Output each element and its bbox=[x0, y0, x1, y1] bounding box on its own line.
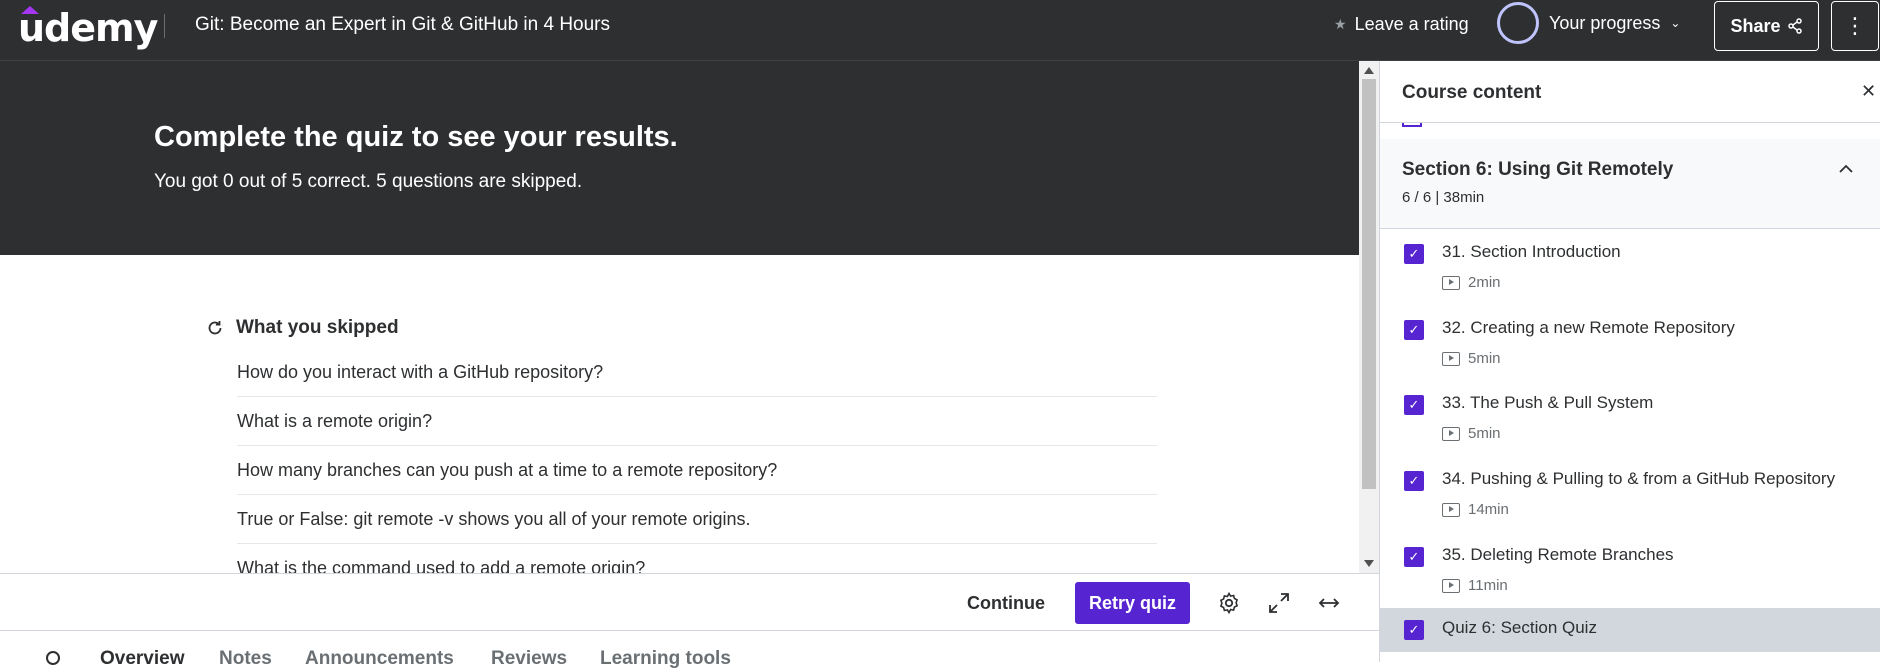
lecture-item[interactable]: ✓ 35. Deleting Remote Branches 11min bbox=[1380, 533, 1880, 609]
lecture-title: 33. The Push & Pull System bbox=[1442, 393, 1654, 412]
refresh-icon bbox=[208, 321, 222, 335]
completed-checkbox[interactable]: ✓ bbox=[1404, 471, 1424, 491]
results-title: Complete the quiz to see your results. bbox=[154, 121, 678, 153]
section-header[interactable]: Section 6: Using Git Remotely 6 / 6 | 38… bbox=[1380, 139, 1880, 229]
course-tabs: Overview Notes Announcements Reviews Lea… bbox=[0, 632, 1379, 669]
completed-checkbox[interactable]: ✓ bbox=[1404, 547, 1424, 567]
video-icon bbox=[1442, 578, 1460, 593]
lecture-item[interactable]: ✓ 31. Section Introduction 2min bbox=[1380, 230, 1880, 306]
share-label: Share bbox=[1730, 15, 1781, 36]
share-icon bbox=[1787, 18, 1802, 34]
lecture-meta: 2min bbox=[1442, 274, 1501, 291]
retry-quiz-button[interactable]: Retry quiz bbox=[1075, 582, 1190, 624]
skipped-question[interactable]: How many branches can you push at a time… bbox=[237, 446, 1157, 495]
chevron-down-icon: ⌄ bbox=[1670, 16, 1681, 30]
skipped-heading-label: What you skipped bbox=[236, 317, 399, 338]
fullscreen-icon[interactable] bbox=[1265, 589, 1293, 617]
lecture-meta: 11min bbox=[1442, 577, 1508, 594]
completed-checkbox[interactable]: ✓ bbox=[1404, 620, 1424, 640]
course-title[interactable]: Git: Become an Expert in Git & GitHub in… bbox=[195, 14, 610, 36]
lecture-meta: 14min bbox=[1442, 501, 1509, 518]
close-icon[interactable]: ✕ bbox=[1861, 81, 1876, 102]
tab-notes[interactable]: Notes bbox=[219, 648, 272, 670]
skipped-heading: What you skipped bbox=[206, 317, 399, 339]
lecture-duration: 2min bbox=[1468, 274, 1501, 291]
lecture-item[interactable]: ✓ 33. The Push & Pull System 5min bbox=[1380, 381, 1880, 457]
video-icon bbox=[1442, 275, 1460, 290]
skipped-question-list: How do you interact with a GitHub reposi… bbox=[237, 348, 1157, 573]
leave-rating-button[interactable]: ★ Leave a rating bbox=[1334, 14, 1469, 35]
completed-checkbox[interactable]: ✓ bbox=[1404, 395, 1424, 415]
search-icon[interactable] bbox=[46, 651, 60, 665]
completed-checkbox[interactable]: ✓ bbox=[1404, 244, 1424, 264]
kebab-icon: ⋮ bbox=[1844, 13, 1866, 38]
settings-gear-icon[interactable] bbox=[1215, 589, 1243, 617]
progress-label: Your progress bbox=[1549, 12, 1661, 33]
tab-reviews[interactable]: Reviews bbox=[491, 648, 567, 670]
lecture-meta: 5min bbox=[1442, 425, 1501, 442]
sidebar-title: Course content bbox=[1402, 82, 1542, 103]
skipped-question[interactable]: What is a remote origin? bbox=[237, 397, 1157, 446]
lecture-duration: 14min bbox=[1468, 501, 1509, 518]
lecture-title: 31. Section Introduction bbox=[1442, 242, 1621, 261]
course-content-sidebar: Course content ✕ Section 6: Using Git Re… bbox=[1379, 61, 1880, 662]
more-options-button[interactable]: ⋮ bbox=[1831, 1, 1879, 51]
sidebar-header: Course content ✕ bbox=[1380, 61, 1880, 123]
lecture-duration: 11min bbox=[1468, 577, 1508, 594]
lecture-duration: 5min bbox=[1468, 350, 1501, 367]
quiz-control-bar: Continue Retry quiz bbox=[0, 573, 1379, 631]
skipped-question[interactable]: How do you interact with a GitHub reposi… bbox=[237, 348, 1157, 397]
share-button[interactable]: Share bbox=[1714, 1, 1819, 51]
udemy-logo[interactable]: udemy bbox=[18, 6, 158, 50]
results-banner: Complete the quiz to see your results. Y… bbox=[0, 61, 1359, 255]
star-icon: ★ bbox=[1334, 16, 1347, 32]
lecture-item[interactable]: ✓ 34. Pushing & Pulling to & from a GitH… bbox=[1380, 457, 1880, 533]
results-summary: You got 0 out of 5 correct. 5 questions … bbox=[154, 171, 583, 192]
completed-checkbox[interactable]: ✓ bbox=[1404, 320, 1424, 340]
section-meta: 6 / 6 | 38min bbox=[1402, 189, 1485, 206]
rating-label: Leave a rating bbox=[1354, 14, 1469, 34]
tab-learning-tools[interactable]: Learning tools bbox=[600, 648, 731, 670]
lecture-title: 32. Creating a new Remote Repository bbox=[1442, 318, 1735, 337]
scroll-thumb[interactable] bbox=[1362, 79, 1376, 489]
lecture-title: 35. Deleting Remote Branches bbox=[1442, 545, 1674, 564]
lecture-title: 34. Pushing & Pulling to & from a GitHub… bbox=[1442, 469, 1836, 488]
scroll-up-arrow-icon[interactable] bbox=[1364, 67, 1374, 74]
divider bbox=[164, 14, 165, 38]
quiz-results-panel: Complete the quiz to see your results. Y… bbox=[0, 61, 1359, 573]
continue-button[interactable]: Continue bbox=[967, 586, 1045, 620]
top-bar: udemy Git: Become an Expert in Git & Git… bbox=[0, 0, 1880, 61]
lecture-item-current[interactable]: ✓ Quiz 6: Section Quiz bbox=[1380, 608, 1880, 652]
video-icon bbox=[1442, 502, 1460, 517]
previous-item-checkbox[interactable] bbox=[1402, 123, 1422, 127]
expand-width-icon[interactable] bbox=[1315, 589, 1343, 617]
chevron-up-icon[interactable] bbox=[1839, 161, 1853, 177]
video-icon bbox=[1442, 351, 1460, 366]
lecture-title: Quiz 6: Section Quiz bbox=[1442, 618, 1597, 637]
lecture-item[interactable]: ✓ 32. Creating a new Remote Repository 5… bbox=[1380, 306, 1880, 382]
logo-hat-icon bbox=[21, 6, 39, 14]
tab-overview[interactable]: Overview bbox=[100, 648, 185, 670]
skipped-question[interactable]: What is the command used to add a remote… bbox=[237, 544, 1157, 574]
lecture-duration: 5min bbox=[1468, 425, 1501, 442]
video-icon bbox=[1442, 426, 1460, 441]
tab-announcements[interactable]: Announcements bbox=[305, 648, 454, 670]
lecture-meta: 5min bbox=[1442, 350, 1501, 367]
section-title: Section 6: Using Git Remotely bbox=[1402, 159, 1674, 180]
scroll-down-arrow-icon[interactable] bbox=[1364, 560, 1374, 567]
progress-ring-icon bbox=[1497, 2, 1539, 44]
progress-button[interactable]: Your progress ⌄ bbox=[1497, 2, 1680, 44]
skipped-question[interactable]: True or False: git remote -v shows you a… bbox=[237, 495, 1157, 544]
main-scrollbar[interactable] bbox=[1359, 61, 1379, 573]
